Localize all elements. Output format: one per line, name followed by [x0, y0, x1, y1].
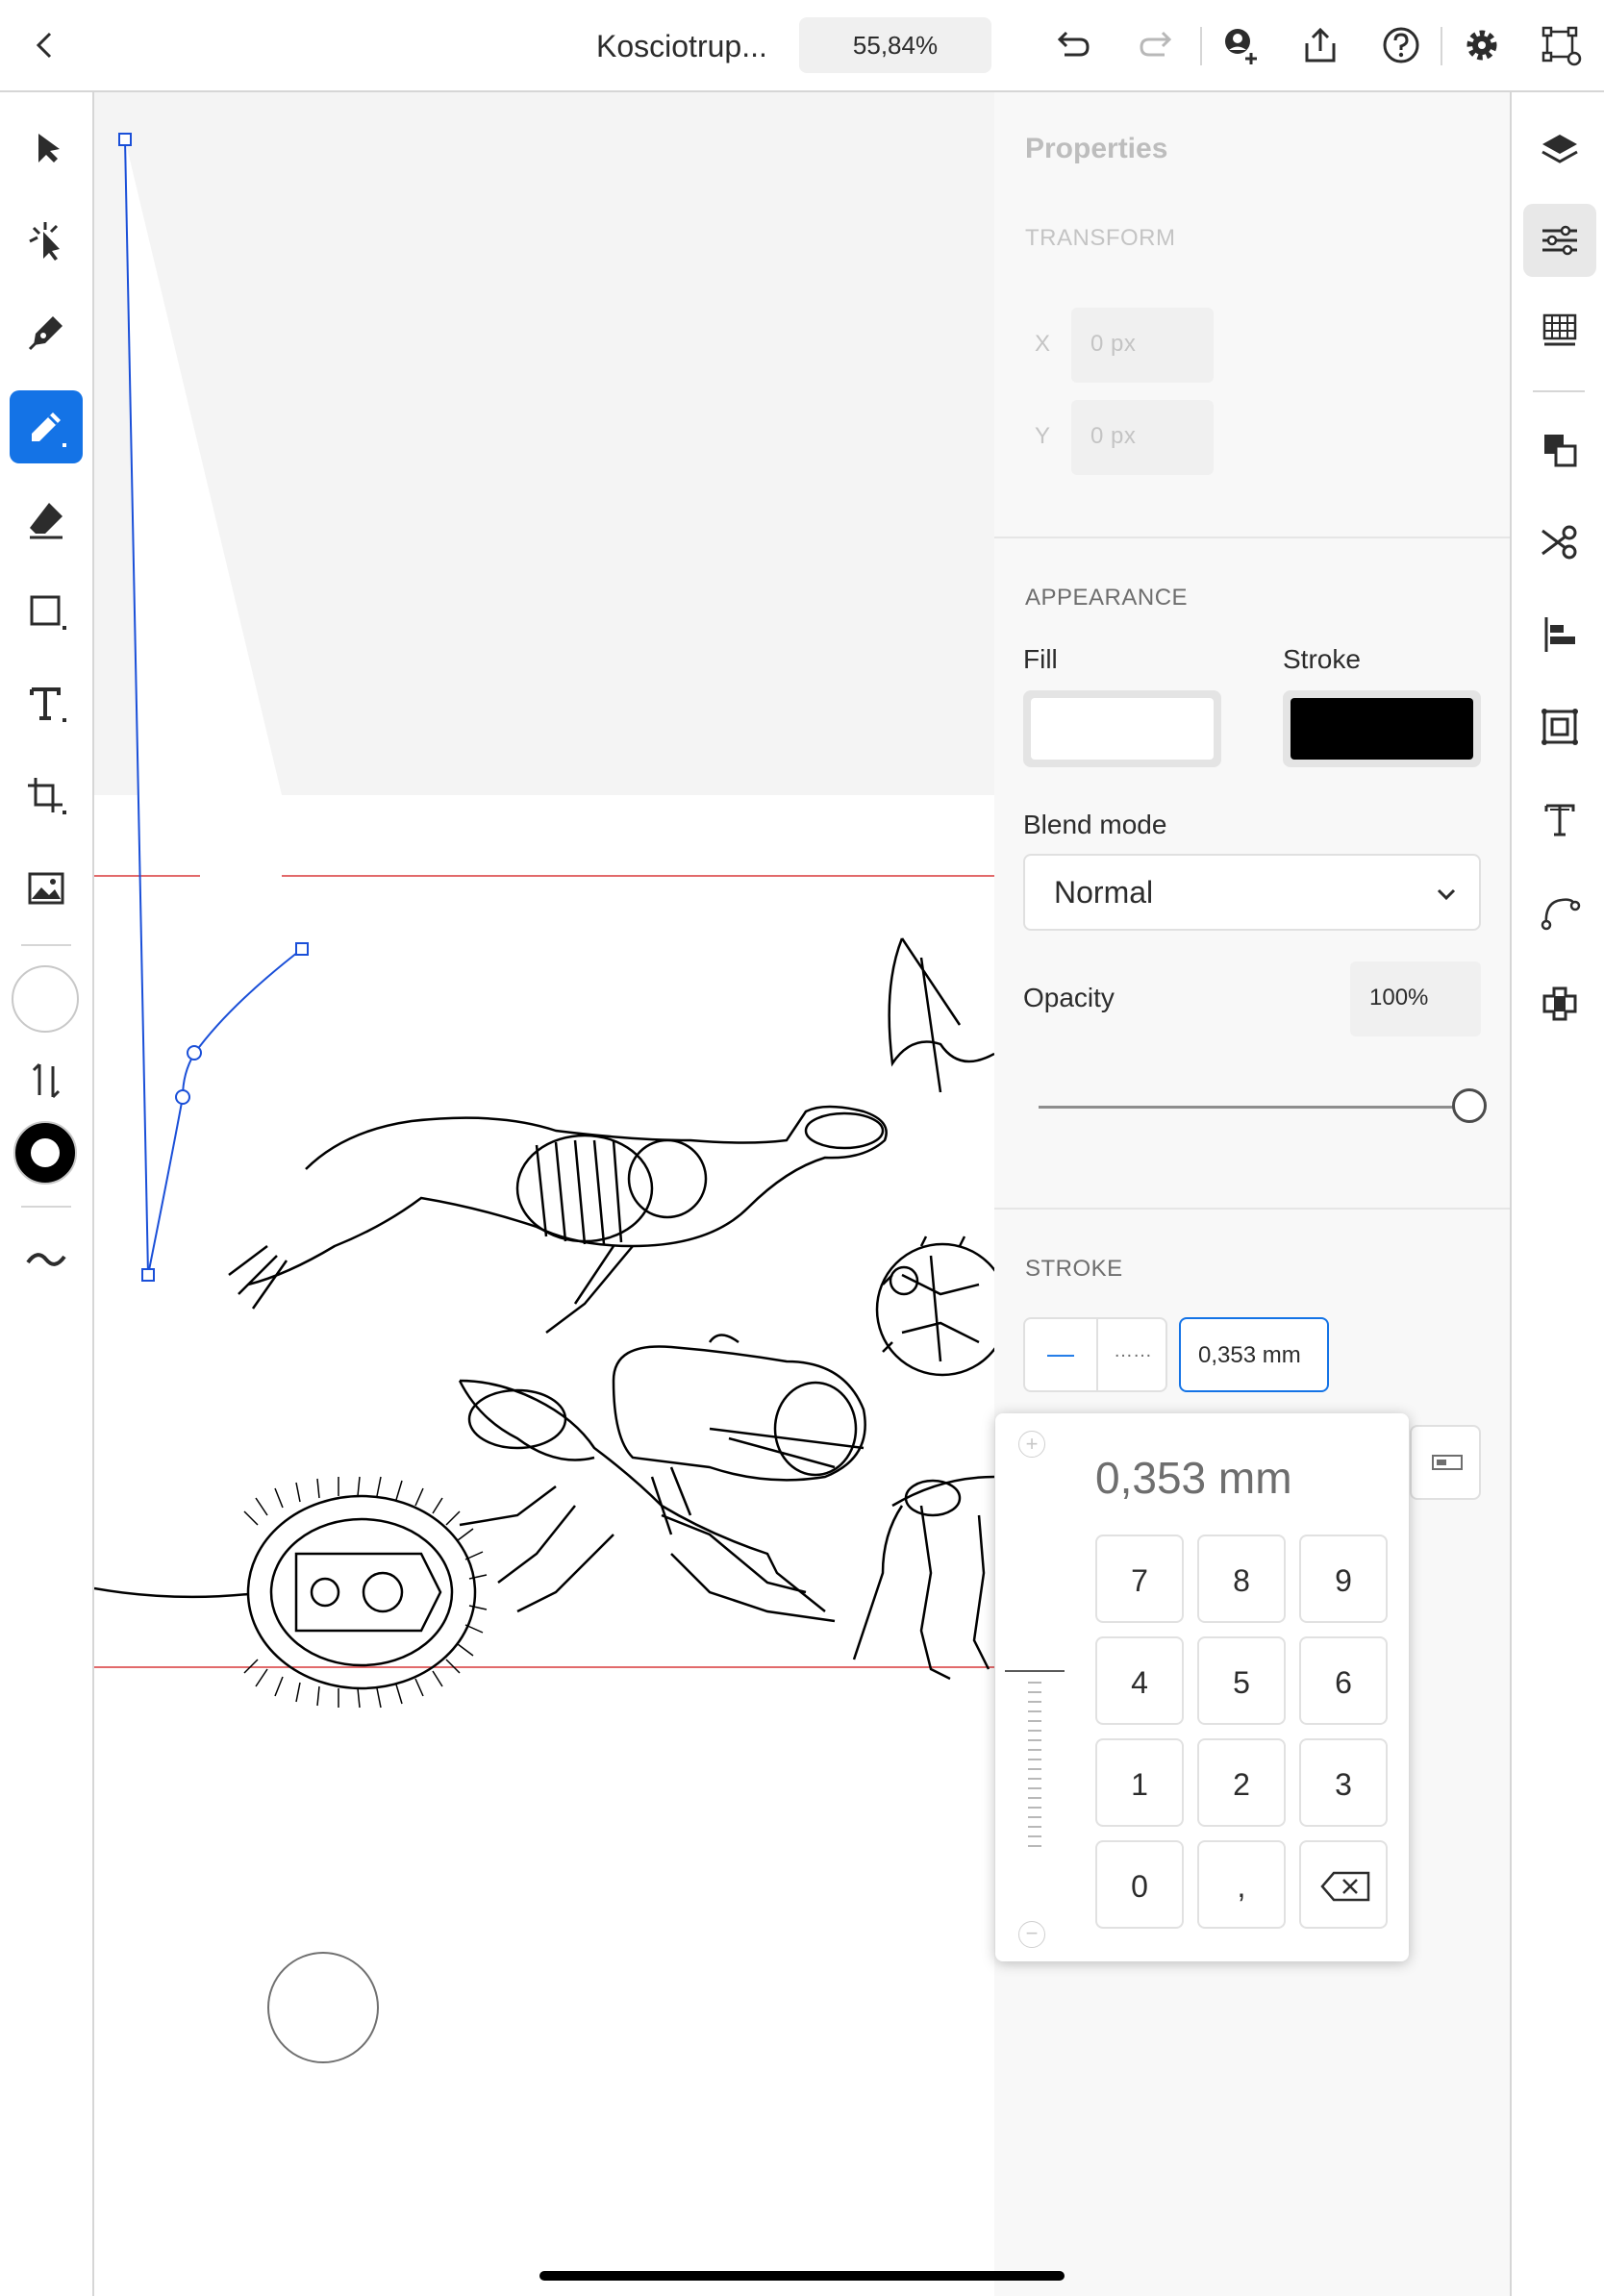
stroke-swatch[interactable]: [13, 1121, 77, 1185]
pen-tool-icon[interactable]: [10, 296, 83, 369]
appearance-heading: APPEARANCE: [1025, 585, 1189, 611]
solid-stroke-button[interactable]: —: [1025, 1319, 1096, 1390]
align-icon[interactable]: [1523, 598, 1596, 671]
key-2[interactable]: 2: [1197, 1738, 1286, 1827]
redo-icon[interactable]: [1129, 17, 1185, 73]
opacity-slider-track[interactable]: [1039, 1106, 1462, 1109]
canvas[interactable]: [94, 92, 994, 2296]
key-0[interactable]: 0: [1095, 1840, 1184, 1929]
undo-icon[interactable]: [1044, 17, 1100, 73]
key-4[interactable]: 4: [1095, 1636, 1184, 1725]
fill-label: Fill: [1023, 644, 1058, 674]
stroke-align-icon: [1432, 1455, 1463, 1470]
backspace-icon: [1320, 1871, 1370, 1902]
select-tool-icon[interactable]: [10, 112, 83, 185]
stroke-color-swatch[interactable]: [1283, 690, 1481, 767]
transform-heading: TRANSFORM: [1025, 225, 1176, 251]
key-8[interactable]: 8: [1197, 1535, 1286, 1623]
grid-icon[interactable]: [1523, 294, 1596, 367]
key-9[interactable]: 9: [1299, 1535, 1388, 1623]
stroke-options-button[interactable]: [1410, 1425, 1481, 1500]
cut-icon[interactable]: [1523, 506, 1596, 579]
decrement-button[interactable]: −: [1018, 1921, 1045, 1948]
stroke-label: Stroke: [1283, 644, 1361, 674]
right-rail: [1510, 92, 1604, 2296]
properties-icon[interactable]: [1523, 204, 1596, 277]
selection-mode-icon[interactable]: [1533, 17, 1589, 73]
y-label: Y: [1035, 423, 1051, 449]
stroke-heading: STROKE: [1025, 1256, 1123, 1282]
fill-swatch[interactable]: [12, 965, 79, 1033]
repeat-grid-icon[interactable]: [1523, 690, 1596, 763]
key-comma[interactable]: ,: [1197, 1840, 1286, 1929]
zoom-level[interactable]: 55,84%: [799, 17, 991, 73]
key-7[interactable]: 7: [1095, 1535, 1184, 1623]
pencil-tool-icon[interactable]: [10, 390, 83, 463]
path-icon[interactable]: [1523, 875, 1596, 948]
direct-select-tool-icon[interactable]: [10, 204, 83, 277]
key-6[interactable]: 6: [1299, 1636, 1388, 1725]
image-tool-icon[interactable]: [10, 852, 83, 925]
key-3[interactable]: 3: [1299, 1738, 1388, 1827]
numeric-keypad-popover: + 0,353 mm − 7 8 9 4 5 6 1 2 3 0 ,: [995, 1413, 1409, 1961]
type-panel-icon[interactable]: [1523, 783, 1596, 856]
key-1[interactable]: 1: [1095, 1738, 1184, 1827]
chevron-down-icon: [1437, 888, 1456, 901]
back-icon[interactable]: [17, 17, 73, 73]
swap-fill-stroke-icon[interactable]: [10, 1044, 83, 1117]
arrange-icon[interactable]: [1523, 413, 1596, 487]
help-icon[interactable]: [1373, 17, 1429, 73]
eraser-tool-icon[interactable]: [10, 483, 83, 556]
backspace-key[interactable]: [1299, 1840, 1388, 1929]
fill-color-swatch[interactable]: [1023, 690, 1221, 767]
settings-icon[interactable]: [1454, 17, 1510, 73]
home-indicator: [539, 2271, 1065, 2281]
blend-mode-label: Blend mode: [1023, 810, 1167, 839]
x-field[interactable]: 0 px: [1071, 308, 1214, 383]
properties-title: Properties: [1025, 133, 1168, 164]
left-toolbar: [0, 92, 94, 2296]
type-tool-icon[interactable]: [10, 667, 83, 740]
document-title[interactable]: Kosciotrup...: [596, 23, 789, 69]
rectangle-tool-icon[interactable]: [10, 575, 83, 648]
layers-icon[interactable]: [1523, 113, 1596, 187]
stroke-width-field[interactable]: 0,353 mm: [1179, 1317, 1329, 1392]
properties-panel: Properties TRANSFORM X 0 px Y 0 px APPEA…: [994, 92, 1510, 2296]
stroke-style-group: — ……: [1023, 1317, 1167, 1392]
opacity-field[interactable]: 100%: [1350, 961, 1481, 1036]
blend-mode-dropdown[interactable]: Normal: [1023, 854, 1481, 931]
scrub-ruler[interactable]: [1003, 1669, 1066, 1861]
key-5[interactable]: 5: [1197, 1636, 1286, 1725]
y-field[interactable]: 0 px: [1071, 400, 1214, 475]
blend-mode-value: Normal: [1054, 875, 1154, 910]
invite-icon[interactable]: [1212, 17, 1267, 73]
opacity-slider-thumb[interactable]: [1452, 1088, 1487, 1123]
share-icon[interactable]: [1292, 17, 1348, 73]
plugins-icon[interactable]: [1523, 967, 1596, 1040]
crop-tool-icon[interactable]: [10, 760, 83, 833]
top-bar: Kosciotrup... 55,84%: [0, 0, 1604, 92]
opacity-label: Opacity: [1023, 983, 1115, 1012]
artwork: [94, 133, 994, 2063]
smoothing-icon[interactable]: [10, 1223, 83, 1296]
dashed-stroke-button[interactable]: ……: [1098, 1319, 1167, 1390]
x-label: X: [1035, 331, 1051, 357]
keypad-display: 0,353 mm: [1095, 1453, 1292, 1503]
increment-button[interactable]: +: [1018, 1431, 1045, 1458]
